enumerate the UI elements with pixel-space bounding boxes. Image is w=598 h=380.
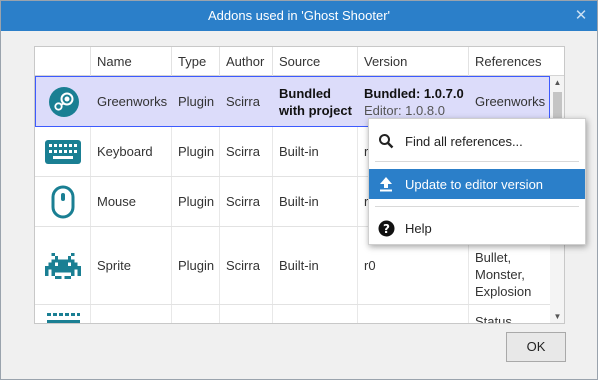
header-type[interactable]: Type xyxy=(171,47,219,76)
addon-author: Scirra xyxy=(219,127,272,176)
header-author[interactable]: Author xyxy=(219,47,272,76)
context-menu: Find all references... Update to editor … xyxy=(368,118,586,245)
addon-type xyxy=(171,305,219,323)
space-invader-icon xyxy=(35,227,90,304)
addon-author: Scirra xyxy=(219,227,272,304)
addon-name: Sprite xyxy=(90,227,171,304)
version-bundled: Bundled: 1.0.7.0 xyxy=(364,85,464,101)
addon-source: Built-in xyxy=(272,227,357,304)
addon-name xyxy=(90,305,171,323)
reference-item: Bullet, xyxy=(475,250,512,265)
source-line-2: with project xyxy=(279,102,352,118)
keyboard-icon xyxy=(35,127,90,176)
menu-separator xyxy=(375,206,579,207)
addons-dialog: Addons used in 'Ghost Shooter' ✕ Name Ty… xyxy=(0,0,598,380)
steam-icon xyxy=(36,77,91,126)
addon-type: Plugin xyxy=(171,127,219,176)
addon-type: Plugin xyxy=(171,177,219,226)
dialog-title: Addons used in 'Ghost Shooter' xyxy=(207,8,391,23)
addon-type: Plugin xyxy=(171,227,219,304)
scroll-down-arrow-icon[interactable]: ▼ xyxy=(550,310,564,323)
scroll-up-arrow-icon[interactable]: ▲ xyxy=(550,76,564,90)
menu-separator xyxy=(375,161,579,162)
close-button[interactable]: ✕ xyxy=(571,6,591,26)
addon-author xyxy=(219,305,272,323)
table-header: Name Type Author Source Version Referenc… xyxy=(35,47,564,76)
mouse-icon xyxy=(35,177,90,226)
search-icon xyxy=(377,132,395,150)
addon-author: Scirra xyxy=(226,94,260,109)
menu-item-label: Update to editor version xyxy=(405,176,544,192)
addon-source: Built-in xyxy=(272,127,357,176)
addon-author: Scirra xyxy=(219,177,272,226)
addon-source: Bundled with project xyxy=(273,77,358,126)
header-source[interactable]: Source xyxy=(272,47,357,76)
addon-name: Keyboard xyxy=(90,127,171,176)
header-version[interactable]: Version xyxy=(357,47,468,76)
reference-item: Monster, xyxy=(475,267,525,282)
addon-references: Status xyxy=(468,305,550,323)
upload-icon xyxy=(377,175,395,193)
menu-item-find-all-references[interactable]: Find all references... xyxy=(369,126,585,156)
addon-name: Mouse xyxy=(90,177,171,226)
svg-text:?: ? xyxy=(383,222,390,236)
menu-item-label: Help xyxy=(405,220,432,236)
header-name[interactable]: Name xyxy=(90,47,171,76)
text-icon xyxy=(35,305,90,323)
help-icon: ? xyxy=(377,219,395,237)
source-line-1: Bundled xyxy=(279,85,331,101)
version-editor: Editor: 1.0.8.0 xyxy=(364,102,445,118)
title-bar: Addons used in 'Ghost Shooter' ✕ xyxy=(1,1,597,31)
menu-item-help[interactable]: ? Help xyxy=(369,213,585,243)
header-icon-column xyxy=(35,47,90,76)
table-row[interactable]: Status xyxy=(35,305,550,323)
addon-name: Greenworks xyxy=(97,94,168,109)
ok-button[interactable]: OK xyxy=(506,332,566,362)
header-references[interactable]: References xyxy=(468,47,564,76)
menu-item-update-to-editor-version[interactable]: Update to editor version xyxy=(369,169,585,199)
close-icon: ✕ xyxy=(574,7,588,24)
addon-source: Built-in xyxy=(272,177,357,226)
menu-item-label: Find all references... xyxy=(405,133,523,149)
addon-type: Plugin xyxy=(178,94,215,109)
reference-item: Explosion xyxy=(475,284,532,299)
addon-version xyxy=(357,305,468,323)
addon-source xyxy=(272,305,357,323)
